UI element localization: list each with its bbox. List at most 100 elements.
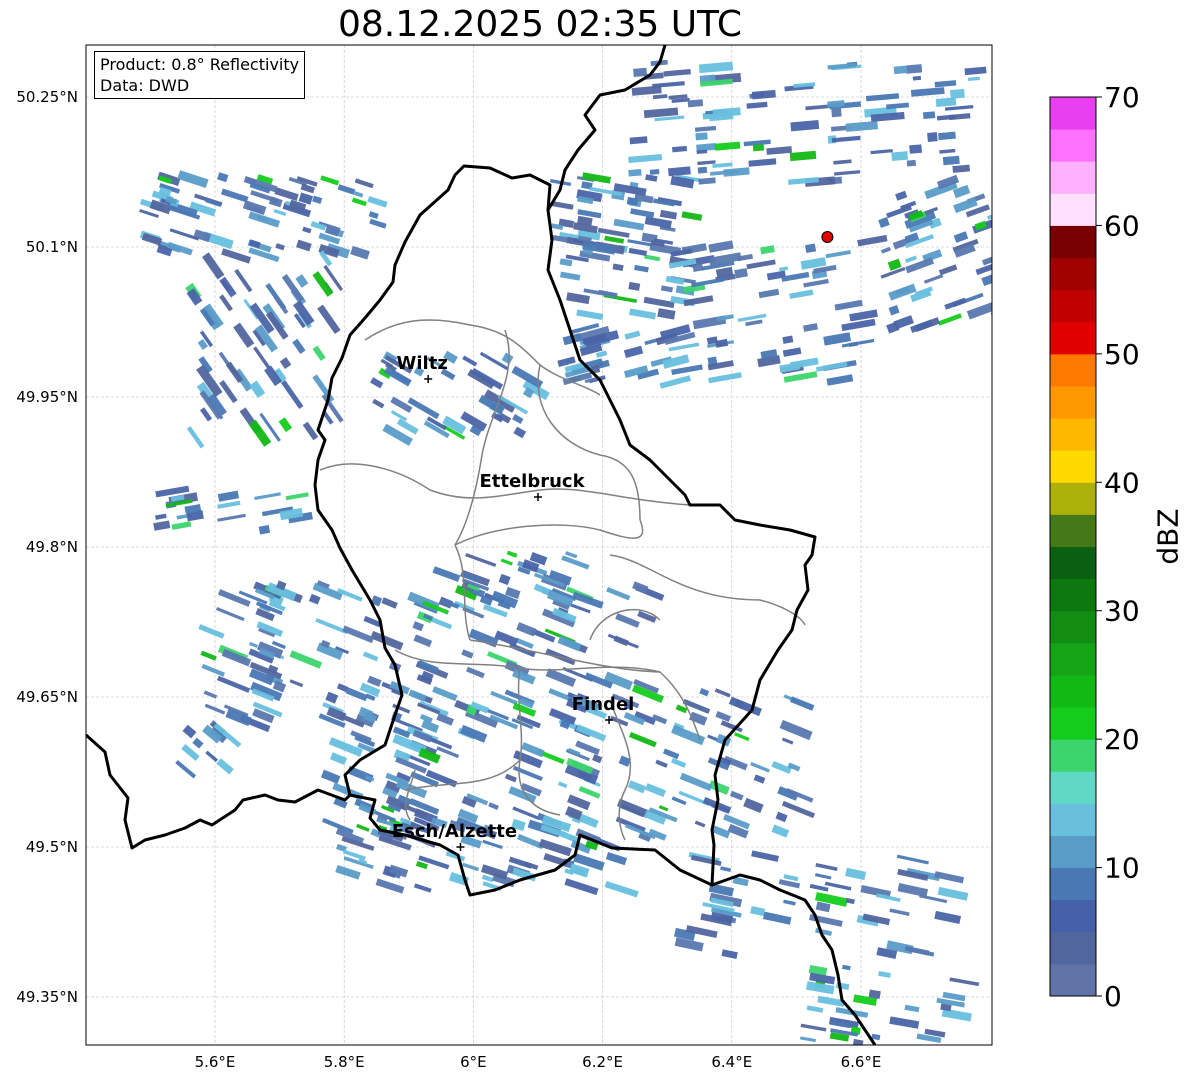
echo-cell (278, 417, 293, 433)
echo-cell (368, 211, 379, 219)
echo-cell (201, 663, 226, 677)
echo-cell (369, 218, 387, 229)
colorbar-segment (1050, 963, 1096, 997)
echo-cell (782, 347, 802, 357)
echo-cell (629, 136, 648, 145)
echo-cell (513, 426, 527, 439)
echo-cell (721, 949, 738, 960)
echo-cell (743, 797, 764, 813)
echo-cell (991, 171, 992, 184)
echo-cell (904, 1004, 920, 1013)
echo-cell (292, 338, 306, 355)
echo-cell (760, 245, 775, 255)
echo-cell (691, 277, 724, 288)
colorbar-tick-label: 60 (1104, 209, 1140, 242)
product-info-box: Product: 0.8° Reflectivity Data: DWD (94, 51, 306, 99)
echo-cell (671, 796, 687, 806)
colorbar-segment (1050, 97, 1096, 130)
echo-cell (966, 301, 992, 320)
echo-cell (781, 737, 794, 745)
echo-cell (637, 610, 657, 623)
echo-cell (192, 737, 204, 749)
echo-cell (845, 867, 867, 881)
echo-cell (663, 69, 691, 77)
echo-cell (888, 305, 900, 316)
colorbar-segment (1050, 674, 1096, 708)
echo-cell (671, 724, 706, 746)
echo-cell (662, 354, 690, 369)
echo-cell (942, 155, 960, 166)
echo-cell (967, 76, 980, 82)
colorbar-tick-label: 10 (1104, 852, 1140, 885)
echo-cell (624, 330, 641, 340)
echo-cell (280, 380, 304, 410)
echo-cell (325, 691, 339, 704)
echo-cell (216, 758, 234, 775)
echo-cell (219, 276, 237, 298)
echo-cell (995, 275, 1006, 283)
echo-cell (312, 195, 323, 204)
echo-cell (889, 1016, 920, 1029)
echo-cell (628, 153, 663, 164)
echo-cell (198, 624, 225, 639)
echo-cell (308, 593, 321, 605)
echo-cell (182, 724, 197, 739)
colorbar: 0 10 20 30 40 50 60 70 (1049, 81, 1140, 1013)
echo-cell (312, 345, 326, 361)
colorbar-segment (1050, 707, 1096, 740)
echo-cell (922, 111, 936, 120)
echo-cell (498, 573, 511, 586)
map-frame (85, 44, 993, 1046)
echo-cell (681, 211, 703, 221)
city-label: Wiltz (397, 353, 448, 374)
echo-cell (504, 773, 517, 783)
echo-cell (356, 823, 370, 832)
echo-cell (909, 144, 923, 154)
radar-site-marker (821, 231, 834, 243)
echo-cell (927, 132, 938, 142)
echo-cell (375, 878, 405, 894)
colorbar-segment (1050, 321, 1096, 355)
echo-cell (652, 94, 668, 100)
echo-cell (662, 748, 680, 760)
echo-cell (217, 589, 251, 607)
echo-cell (431, 617, 453, 630)
echo-cell (715, 710, 731, 723)
echo-cell (559, 271, 581, 281)
lon-tick-label: 5.6°E (195, 1053, 236, 1071)
echo-cell (878, 217, 890, 229)
echo-cell (891, 151, 909, 161)
colorbar-segment (1050, 129, 1096, 162)
echo-cell (432, 686, 458, 702)
echo-cell (708, 780, 730, 795)
echo-cell (668, 342, 700, 352)
echo-cell (733, 732, 750, 742)
echo-cell (995, 203, 1016, 216)
echo-cell (329, 752, 348, 765)
colorbar-segment (1050, 578, 1096, 612)
echo-cell (964, 66, 987, 76)
echo-cell (753, 774, 766, 784)
colorbar-segment (1050, 642, 1096, 676)
echo-cell (289, 650, 323, 669)
echo-cell (655, 759, 668, 768)
echo-cell (217, 513, 246, 522)
echo-cell (857, 234, 888, 247)
echo-cell (273, 295, 289, 315)
city-marker-icon (456, 843, 465, 851)
echo-cell (831, 135, 861, 143)
echo-cell (679, 772, 713, 792)
echo-cell (865, 93, 900, 102)
echo-cell (779, 266, 789, 272)
echo-cell (746, 259, 776, 270)
echo-cell (524, 861, 539, 870)
echo-cell (949, 88, 965, 99)
echo-cell (906, 159, 917, 167)
echo-cell (880, 246, 892, 254)
echo-cell (279, 357, 292, 369)
echo-cell (217, 500, 241, 509)
echo-cell (432, 566, 461, 582)
echo-cell (783, 899, 796, 906)
radar-echoes (139, 59, 1016, 1045)
echo-cell (782, 335, 794, 344)
